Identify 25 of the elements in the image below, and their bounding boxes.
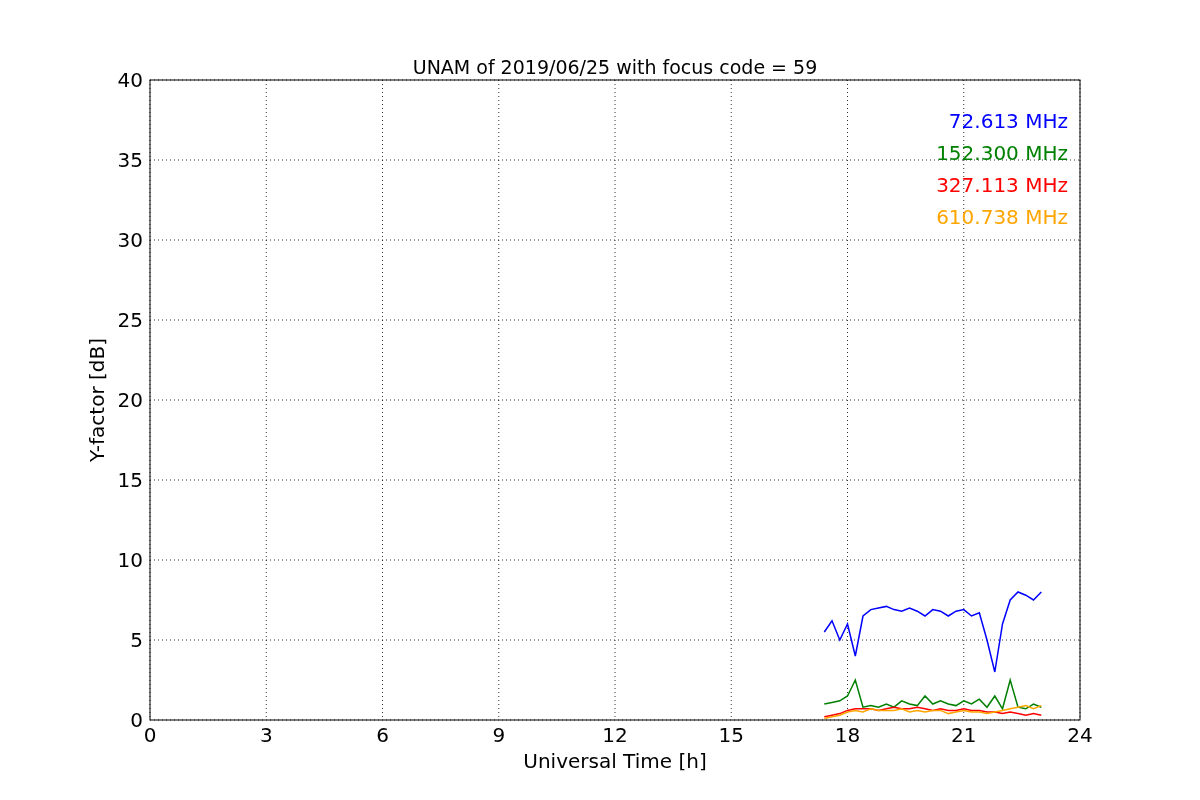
legend-label: 152.300 MHz [936, 141, 1068, 165]
x-tick-label: 6 [376, 723, 389, 747]
y-tick-label: 10 [117, 548, 143, 572]
y-tick-label: 35 [117, 148, 143, 172]
x-tick-label: 3 [259, 723, 273, 747]
x-tick-label: 21 [951, 723, 977, 747]
x-tick-label: 12 [602, 723, 628, 747]
x-tick-label: 9 [492, 723, 506, 747]
legend-label: 327.113 MHz [936, 173, 1068, 197]
y-tick-label: 20 [117, 388, 143, 412]
y-axis-label: Y-factor [dB] [85, 338, 109, 462]
legend-label: 610.738 MHz [936, 205, 1068, 229]
x-tick-label: 18 [834, 723, 861, 747]
x-tick-label: 0 [143, 723, 157, 747]
y-tick-label: 15 [117, 468, 143, 492]
x-axis-label: Universal Time [h] [523, 749, 707, 773]
y-tick-label: 25 [117, 308, 143, 332]
legend-label: 72.613 MHz [948, 109, 1068, 133]
y-tick-label: 30 [117, 228, 143, 252]
y-tick-label: 5 [130, 628, 143, 652]
x-tick-label: 24 [1067, 723, 1093, 747]
x-tick-label: 15 [718, 723, 744, 747]
chart-title: UNAM of 2019/06/25 with focus code = 59 [412, 56, 818, 78]
y-tick-label: 0 [130, 708, 143, 732]
y-tick-label: 40 [117, 68, 143, 92]
